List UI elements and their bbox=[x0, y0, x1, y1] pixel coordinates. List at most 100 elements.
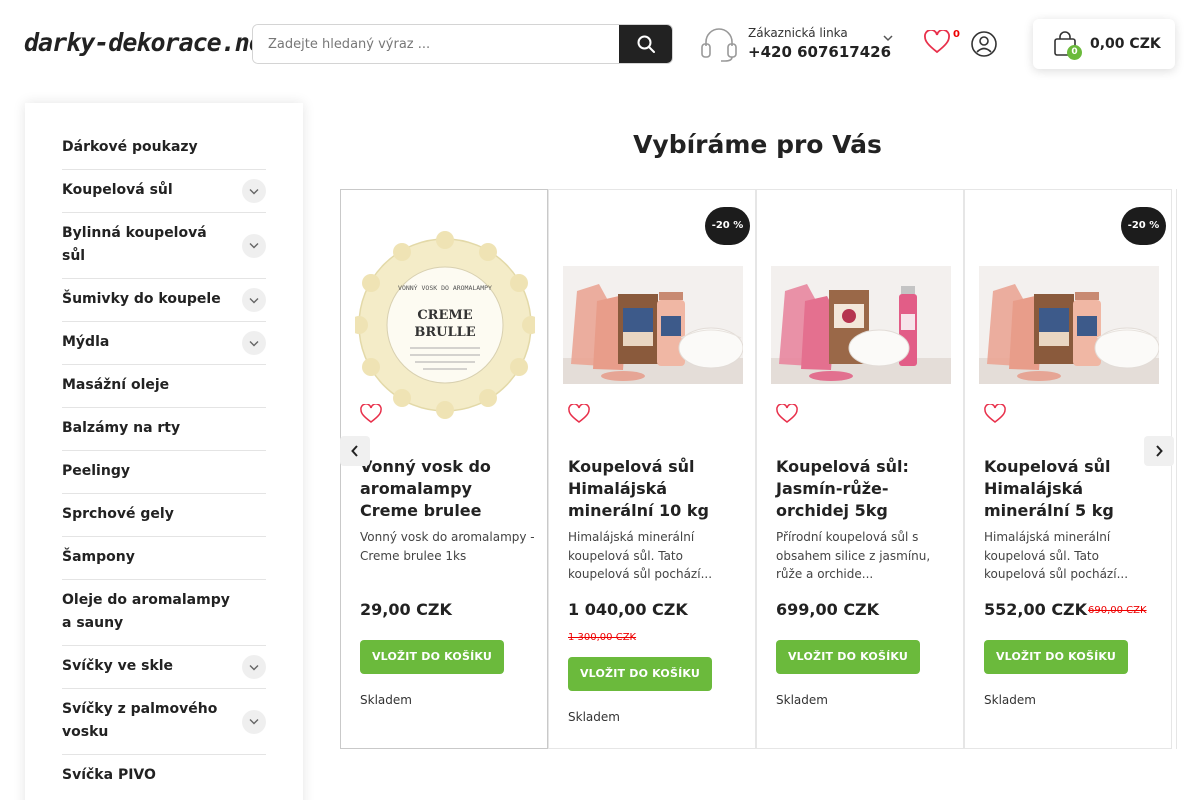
expand-category-toggle[interactable] bbox=[242, 179, 266, 203]
expand-category-toggle[interactable] bbox=[242, 288, 266, 312]
sidebar-category-label: Peelingy bbox=[62, 463, 130, 479]
expand-category-toggle[interactable] bbox=[242, 655, 266, 679]
sidebar-category-item[interactable]: Svíčky ve skle bbox=[62, 646, 266, 689]
sidebar-category-item[interactable]: Sprchové gely bbox=[62, 494, 266, 537]
sidebar-category-label: Dárkové poukazy bbox=[62, 139, 198, 155]
category-sidebar: Dárkové poukazy Koupelová sůl Bylinná koup… bbox=[25, 103, 303, 800]
section-title: Vybíráme pro Vás bbox=[633, 130, 882, 159]
sidebar-category-label: Balzámy na rty bbox=[62, 420, 181, 436]
account-button[interactable] bbox=[970, 30, 998, 58]
product-description: Přírodní koupelová sůl s obsahem silice … bbox=[776, 530, 931, 581]
product-name[interactable]: Koupelová sůl Himalájská minerální 10 kg bbox=[568, 456, 743, 522]
headset-icon bbox=[701, 28, 737, 62]
product-image[interactable] bbox=[771, 210, 951, 440]
product-old-price: 1 300,00 CZK bbox=[568, 632, 637, 643]
add-to-cart-button[interactable]: VLOŽIT DO KOŠÍKU bbox=[776, 640, 920, 674]
sidebar-category-label: Svíčky ve skle bbox=[62, 658, 174, 674]
wax-melt-image: VONNÝ VOSK DO AROMALAMPY CREME BRULLE bbox=[355, 231, 535, 419]
sidebar-category-item[interactable]: Svíčka PIVO bbox=[62, 755, 266, 797]
expand-category-toggle[interactable] bbox=[242, 233, 266, 258]
heart-icon bbox=[924, 29, 950, 54]
sidebar-category-label: Svíčky z palmového vosku bbox=[62, 701, 218, 740]
sidebar-category-item[interactable]: Dárkové poukazy bbox=[62, 127, 266, 170]
product-price: 29,00 CZK bbox=[360, 600, 452, 619]
product-image[interactable]: VONNÝ VOSK DO AROMALAMPY CREME BRULLE bbox=[355, 210, 535, 440]
category-list: Dárkové poukazy Koupelová sůl Bylinná koup… bbox=[62, 127, 266, 797]
product-name[interactable]: Koupelová sůl Himalájská minerální 5 kg bbox=[984, 456, 1159, 522]
search-input[interactable] bbox=[253, 25, 619, 63]
sidebar-category-label: Bylinná koupelová sůl bbox=[62, 225, 207, 264]
sidebar-category-item[interactable]: Šumivky do koupele bbox=[62, 279, 266, 322]
product-card: Koupelová sůl: Jasmín-růže-orchidej 5kg … bbox=[756, 189, 964, 749]
add-to-wishlist-button[interactable] bbox=[568, 403, 590, 426]
chevron-down-icon bbox=[249, 664, 259, 670]
sidebar-category-label: Šampony bbox=[62, 549, 135, 565]
sidebar-category-item[interactable]: Peelingy bbox=[62, 451, 266, 494]
cart-count-badge: 0 bbox=[1067, 45, 1082, 60]
search-bar bbox=[252, 24, 673, 64]
product-name[interactable]: Vonný vosk do aromalampy Creme brulee bbox=[360, 456, 535, 522]
expand-category-toggle[interactable] bbox=[242, 331, 266, 355]
cart-total: 0,00 CZK bbox=[1090, 36, 1161, 52]
sidebar-category-item[interactable]: Šampony bbox=[62, 537, 266, 580]
sidebar-category-label: Oleje do aromalampy a sauny bbox=[62, 592, 230, 631]
carousel-prev-button[interactable] bbox=[340, 436, 370, 466]
wax-label-line: BRULLE bbox=[414, 325, 475, 340]
sidebar-category-item[interactable]: Mýdla bbox=[62, 322, 266, 365]
discount-badge: -20 % bbox=[705, 207, 750, 245]
sidebar-category-label: Koupelová sůl bbox=[62, 182, 173, 198]
chevron-down-icon bbox=[249, 340, 259, 346]
next-product-peek bbox=[1176, 189, 1180, 749]
sidebar-category-label: Sprchové gely bbox=[62, 506, 174, 522]
sidebar-category-item[interactable]: Balzámy na rty bbox=[62, 408, 266, 451]
cart-button[interactable]: 0 0,00 CZK bbox=[1033, 19, 1175, 69]
site-logo[interactable]: darky-dekorace.net bbox=[24, 28, 278, 57]
wishlist-button[interactable] bbox=[924, 29, 954, 60]
stock-status: Skladem bbox=[984, 693, 1036, 707]
product-image[interactable] bbox=[563, 210, 743, 440]
sidebar-category-item[interactable]: Koupelová sůl bbox=[62, 170, 266, 213]
add-to-cart-button[interactable]: VLOŽIT DO KOŠÍKU bbox=[568, 657, 712, 691]
sidebar-category-label: Masážní oleje bbox=[62, 377, 170, 393]
sidebar-category-item[interactable]: Oleje do aromalampy a sauny bbox=[62, 580, 266, 646]
add-to-wishlist-button[interactable] bbox=[984, 403, 1006, 426]
add-to-cart-button[interactable]: VLOŽIT DO KOŠÍKU bbox=[984, 640, 1128, 674]
heart-icon bbox=[984, 403, 1006, 423]
product-description: Vonný vosk do aromalampy - Creme brulee … bbox=[360, 530, 535, 563]
add-to-wishlist-button[interactable] bbox=[776, 403, 798, 426]
customer-hotline[interactable]: Zákaznická linka +420 607617426 bbox=[700, 24, 900, 64]
add-to-wishlist-button[interactable] bbox=[360, 403, 382, 426]
product-card: -20 % Koupelová sůl Himalájská minerální… bbox=[964, 189, 1172, 749]
search-button[interactable] bbox=[619, 25, 672, 63]
sidebar-category-label: Mýdla bbox=[62, 334, 110, 350]
chevron-down-icon bbox=[249, 719, 259, 725]
salt-bags-image bbox=[563, 266, 743, 384]
product-carousel: VONNÝ VOSK DO AROMALAMPY CREME BRULLE Vo… bbox=[340, 189, 1177, 749]
carousel-next-button[interactable] bbox=[1144, 436, 1174, 466]
stock-status: Skladem bbox=[776, 693, 828, 707]
sidebar-category-item[interactable]: Masážní oleje bbox=[62, 365, 266, 408]
sidebar-category-label: Šumivky do koupele bbox=[62, 291, 221, 307]
wishlist-count: 0 bbox=[953, 29, 960, 40]
chevron-left-icon bbox=[351, 445, 358, 457]
product-price: 552,00 CZK bbox=[984, 600, 1088, 619]
salt-bags-image bbox=[771, 266, 951, 384]
product-card: VONNÝ VOSK DO AROMALAMPY CREME BRULLE Vo… bbox=[340, 189, 548, 749]
product-price: 699,00 CZK bbox=[776, 600, 880, 619]
product-old-price: 690,00 CZK bbox=[1088, 605, 1147, 616]
product-name[interactable]: Koupelová sůl: Jasmín-růže-orchidej 5kg bbox=[776, 456, 951, 522]
chevron-down-icon bbox=[249, 188, 259, 194]
expand-category-toggle[interactable] bbox=[242, 709, 266, 734]
discount-badge: -20 % bbox=[1121, 207, 1166, 245]
add-to-cart-button[interactable]: VLOŽIT DO KOŠÍKU bbox=[360, 640, 504, 674]
product-description: Himalájská minerální koupelová sůl. Tato… bbox=[984, 530, 1129, 581]
product-image[interactable] bbox=[979, 210, 1159, 440]
sidebar-category-item[interactable]: Svíčky z palmového vosku bbox=[62, 689, 266, 755]
salt-bags-image bbox=[979, 266, 1159, 384]
chevron-right-icon bbox=[1156, 445, 1163, 457]
user-icon bbox=[971, 31, 997, 57]
product-description: Himalájská minerální koupelová sůl. Tato… bbox=[568, 530, 713, 581]
sidebar-category-item[interactable]: Bylinná koupelová sůl bbox=[62, 213, 266, 279]
chevron-down-icon bbox=[249, 243, 259, 249]
search-icon bbox=[637, 35, 655, 53]
